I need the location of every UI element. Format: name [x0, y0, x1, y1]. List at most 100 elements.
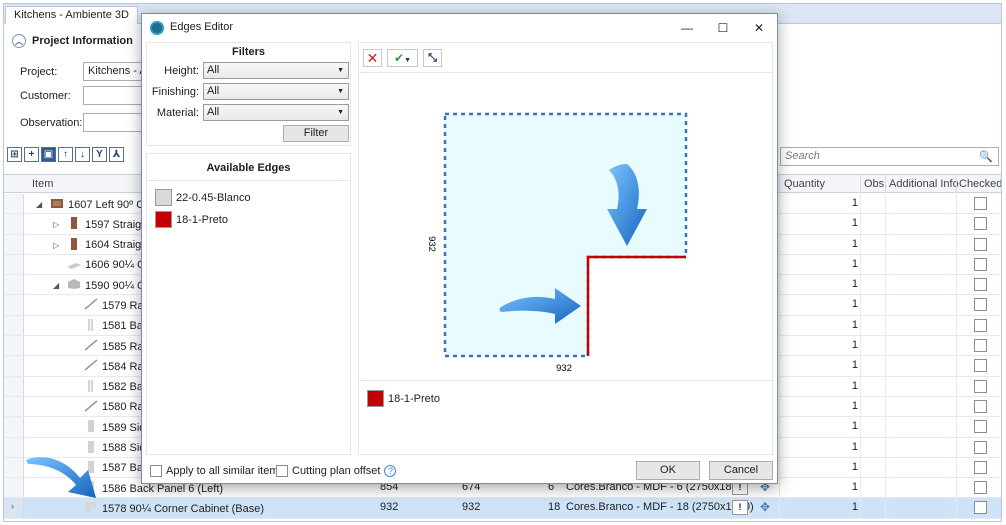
cell-separator: [956, 315, 957, 336]
checked-checkbox[interactable]: [974, 481, 987, 495]
edge-preview[interactable]: 932 932: [359, 74, 772, 380]
checked-checkbox[interactable]: [974, 197, 987, 210]
tutorial-arrow-icon: [26, 457, 96, 498]
column-checked[interactable]: Checked: [959, 178, 1001, 190]
help-icon[interactable]: ?: [384, 465, 397, 477]
apply-check-icon[interactable]: ✔▼: [387, 49, 418, 67]
quantity-cell: 1: [851, 501, 858, 514]
finishing-label: Finishing:: [151, 86, 199, 98]
panel-outline[interactable]: [443, 112, 688, 358]
column-obs[interactable]: Obs.: [864, 178, 887, 190]
checked-checkbox[interactable]: [974, 339, 987, 353]
item-cell[interactable]: 1585 Rail: [70, 339, 148, 354]
expand-all-icon[interactable]: ⊞: [7, 147, 22, 162]
collapse-icon[interactable]: ︿: [12, 34, 26, 48]
column-additional-info[interactable]: Additional Info: [889, 178, 959, 190]
panel-drawing[interactable]: 932 932: [359, 74, 774, 380]
column-separator: [860, 175, 861, 193]
split-icon[interactable]: ⅄: [109, 147, 124, 162]
move-down-icon[interactable]: ↓: [75, 147, 90, 162]
row-header[interactable]: [4, 396, 24, 417]
legend-item[interactable]: 18-1-Preto: [367, 390, 440, 407]
row-header[interactable]: ›: [4, 498, 24, 518]
maximize-icon[interactable]: ☐: [708, 18, 738, 38]
select-icon[interactable]: ▣: [41, 147, 56, 162]
height-select[interactable]: All ▼: [203, 62, 349, 79]
add-node-icon[interactable]: +: [24, 147, 39, 162]
checked-checkbox[interactable]: [974, 420, 987, 434]
row-header[interactable]: [4, 457, 24, 478]
row-header[interactable]: [4, 417, 24, 437]
move-up-icon[interactable]: ↑: [58, 147, 73, 162]
cell-separator: [956, 254, 957, 275]
checked-checkbox[interactable]: [974, 379, 987, 393]
expand-toggle-icon[interactable]: ◢: [53, 281, 63, 290]
table-row[interactable]: › 1578 90¼ Corner Cabinet (Base) 932 932 18 C…: [4, 498, 1001, 519]
row-header[interactable]: [4, 254, 24, 275]
cell-separator: [885, 194, 886, 214]
apply-similar-checkbox[interactable]: [150, 465, 162, 477]
cutting-offset-option[interactable]: Cutting plan offset ?: [276, 465, 397, 477]
row-header[interactable]: [4, 437, 24, 457]
height-value: All: [207, 64, 220, 76]
checked-checkbox[interactable]: [974, 318, 987, 332]
row-header[interactable]: [4, 336, 24, 356]
row-header[interactable]: [4, 214, 24, 234]
project-info-header[interactable]: ︿ Project Information: [12, 34, 133, 48]
item-cell[interactable]: 1579 Rail: [70, 298, 148, 313]
column-item[interactable]: Item: [32, 178, 53, 190]
row-header[interactable]: [4, 234, 24, 254]
move-icon[interactable]: ✥: [760, 500, 770, 514]
row-header[interactable]: [4, 194, 24, 214]
search-input[interactable]: Search 🔍: [780, 147, 999, 166]
close-icon[interactable]: ✕: [744, 18, 774, 38]
row-header[interactable]: [4, 478, 24, 498]
item-cell[interactable]: 1584 Rail: [70, 359, 148, 374]
column-quantity[interactable]: Quantity: [784, 178, 825, 190]
row-header[interactable]: [4, 275, 24, 295]
warning-icon[interactable]: !: [732, 500, 748, 516]
row-header[interactable]: [4, 315, 24, 336]
checked-checkbox[interactable]: [974, 399, 987, 413]
filter-button[interactable]: Filter: [283, 125, 349, 142]
checked-checkbox[interactable]: [974, 460, 987, 474]
edge-name: 22-0.45-Blanco: [176, 191, 251, 204]
material-select[interactable]: All ▼: [203, 104, 349, 121]
cancel-button[interactable]: Cancel: [709, 461, 773, 480]
cutting-offset-checkbox[interactable]: [276, 465, 288, 477]
tree-toolbar: ⊞ + ▣ ↑ ↓ Y ⅄: [7, 147, 124, 162]
minimize-icon[interactable]: —: [672, 18, 702, 38]
apply-similar-option[interactable]: Apply to all similar items: [150, 465, 284, 477]
cell-separator: [779, 437, 780, 457]
applied-edge[interactable]: [586, 255, 686, 356]
expand-toggle-icon[interactable]: ▷: [53, 241, 63, 250]
checked-checkbox[interactable]: [974, 217, 987, 231]
expand-toggle-icon[interactable]: ▷: [53, 220, 63, 229]
ok-button[interactable]: OK: [636, 461, 700, 480]
row-header[interactable]: [4, 356, 24, 376]
checked-checkbox[interactable]: [974, 298, 987, 312]
checked-checkbox[interactable]: [974, 278, 987, 292]
search-icon[interactable]: 🔍: [979, 150, 993, 163]
finishing-select[interactable]: All ▼: [203, 83, 349, 100]
checked-checkbox[interactable]: [974, 359, 987, 373]
remove-edge-icon[interactable]: ✕: [363, 49, 382, 67]
item-cell[interactable]: 1580 Rail: [70, 400, 148, 415]
row-header[interactable]: [4, 295, 24, 315]
item-cell[interactable]: 1578 90¼ Corner Cabinet (Base): [70, 501, 264, 516]
row-header[interactable]: [4, 376, 24, 396]
merge-icon[interactable]: Y: [92, 147, 107, 162]
item-cell[interactable]: 1589 Side: [70, 420, 152, 435]
rotate-view-icon[interactable]: ⤡: [423, 49, 442, 67]
checked-checkbox[interactable]: [974, 440, 987, 454]
checked-checkbox[interactable]: [974, 237, 987, 251]
edge-item[interactable]: 22-0.45-Blanco: [155, 189, 251, 206]
dialog-titlebar[interactable]: Edges Editor — ☐ ✕: [142, 14, 777, 42]
checked-checkbox[interactable]: [974, 257, 987, 271]
checked-checkbox[interactable]: [974, 501, 987, 515]
document-tab[interactable]: Kitchens - Ambiente 3D: [5, 6, 138, 24]
cell-separator: [956, 336, 957, 356]
current-row-icon: ›: [11, 501, 14, 512]
edge-item[interactable]: 18-1-Preto: [155, 211, 228, 228]
expand-toggle-icon[interactable]: ◢: [36, 200, 46, 209]
